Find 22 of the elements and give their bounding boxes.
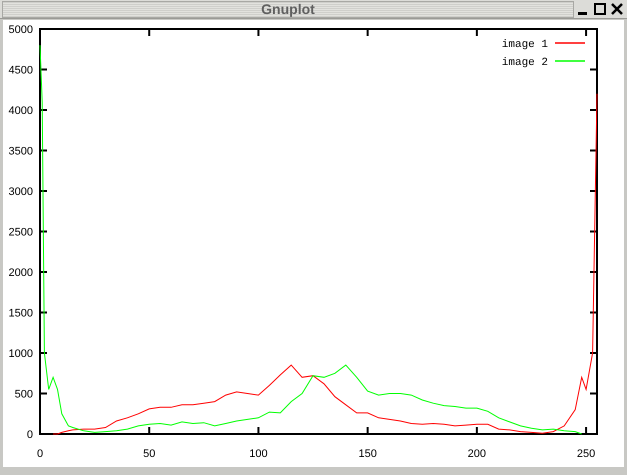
y-tick-label: 2000: [8, 267, 33, 279]
window-title: Gnuplot: [261, 2, 315, 16]
x-tick-label: 150: [358, 448, 377, 460]
x-tick-label: 0: [36, 448, 44, 460]
y-tick-label: 0: [26, 429, 33, 441]
x-tick-label: 100: [249, 448, 268, 460]
y-tick-label: 5000: [8, 24, 33, 36]
y-tick-label: 1500: [8, 308, 33, 320]
y-tick-label: 3500: [8, 146, 33, 158]
close-icon[interactable]: [610, 2, 624, 16]
x-tick-label: 250: [576, 448, 596, 460]
y-tick-label: 1000: [8, 348, 33, 360]
x-tick-label: 50: [143, 448, 156, 460]
y-tick-label: 2500: [8, 226, 33, 238]
maximize-icon[interactable]: [593, 2, 607, 16]
x-tick-label: 200: [468, 448, 486, 460]
legend-label: image 2: [502, 57, 548, 69]
y-tick-label: 500: [14, 388, 33, 400]
legend-label: image 1: [502, 39, 548, 51]
y-tick-label: 3000: [8, 186, 33, 198]
y-tick-label: 4500: [8, 64, 33, 76]
y-tick-label: 4000: [8, 105, 33, 117]
